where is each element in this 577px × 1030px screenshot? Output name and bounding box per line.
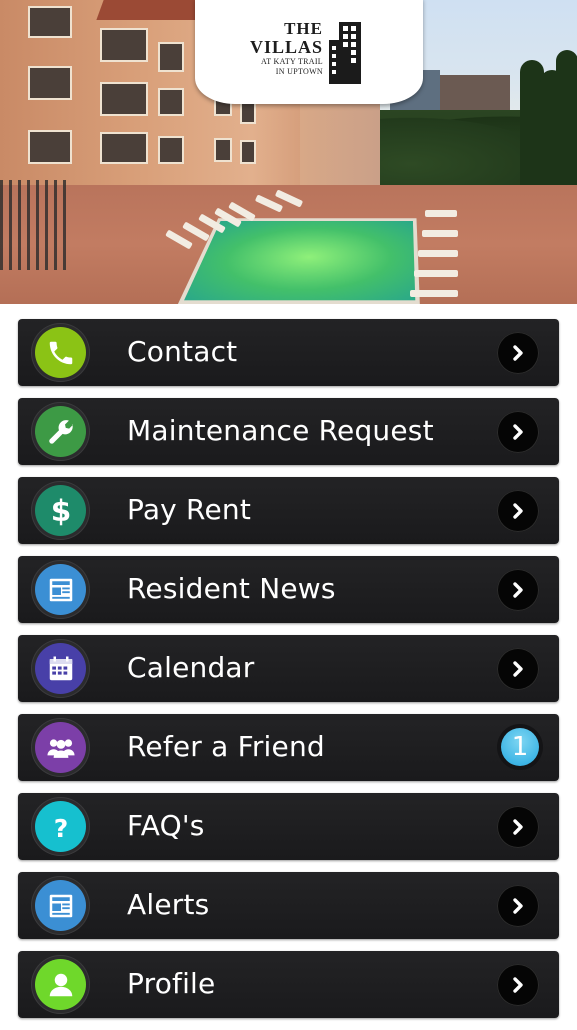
chevron-right-icon <box>497 885 539 927</box>
menu-item-faqs[interactable]: ? FAQ's <box>18 793 559 860</box>
chevron-right-icon <box>497 648 539 690</box>
newspaper-icon <box>35 880 86 931</box>
menu-item-calendar[interactable]: Calendar <box>18 635 559 702</box>
chevron-right-icon <box>497 490 539 532</box>
svg-text:?: ? <box>53 814 68 842</box>
phone-icon <box>35 327 86 378</box>
svg-text:$: $ <box>50 495 71 527</box>
menu-item-profile[interactable]: Profile <box>18 951 559 1018</box>
question-icon: ? <box>35 801 86 852</box>
main-menu: Contact Maintenance Request $ Pay Rent R… <box>18 319 559 1030</box>
menu-item-label: Contact <box>127 335 238 368</box>
logo-line-villas: VILLAS <box>249 37 323 57</box>
wrench-icon <box>35 406 86 457</box>
logo-line-katy-trail: AT KATY TRAIL <box>261 57 323 66</box>
menu-item-label: Refer a Friend <box>127 730 325 763</box>
menu-item-label: Pay Rent <box>127 493 252 526</box>
chevron-right-icon <box>497 411 539 453</box>
menu-item-label: Maintenance Request <box>127 414 434 447</box>
logo-line-the: THE <box>284 19 323 38</box>
menu-item-refer-a-friend[interactable]: Refer a Friend 1 <box>18 714 559 781</box>
brand-logo: THE VILLAS AT KATY TRAIL IN UPTOWN <box>195 0 423 104</box>
calendar-icon <box>35 643 86 694</box>
menu-item-maintenance-request[interactable]: Maintenance Request <box>18 398 559 465</box>
chevron-right-icon <box>497 964 539 1006</box>
dollar-icon: $ <box>35 485 86 536</box>
logo-line-uptown: IN UPTOWN <box>275 67 323 76</box>
menu-item-alerts[interactable]: Alerts <box>18 872 559 939</box>
menu-item-label: Calendar <box>127 651 255 684</box>
menu-item-contact[interactable]: Contact <box>18 319 559 386</box>
notification-badge: 1 <box>497 724 543 770</box>
menu-item-label: FAQ's <box>127 809 205 842</box>
group-icon <box>35 722 86 773</box>
chevron-right-icon <box>497 569 539 611</box>
menu-item-label: Alerts <box>127 888 210 921</box>
menu-item-pay-rent[interactable]: $ Pay Rent <box>18 477 559 544</box>
building-logo-icon <box>329 22 361 84</box>
menu-item-label: Profile <box>127 967 216 1000</box>
chevron-right-icon <box>497 332 539 374</box>
menu-item-label: Resident News <box>127 572 336 605</box>
user-icon <box>35 959 86 1010</box>
menu-item-resident-news[interactable]: Resident News <box>18 556 559 623</box>
chevron-right-icon <box>497 806 539 848</box>
badge-count: 1 <box>501 728 539 766</box>
newspaper-icon <box>35 564 86 615</box>
